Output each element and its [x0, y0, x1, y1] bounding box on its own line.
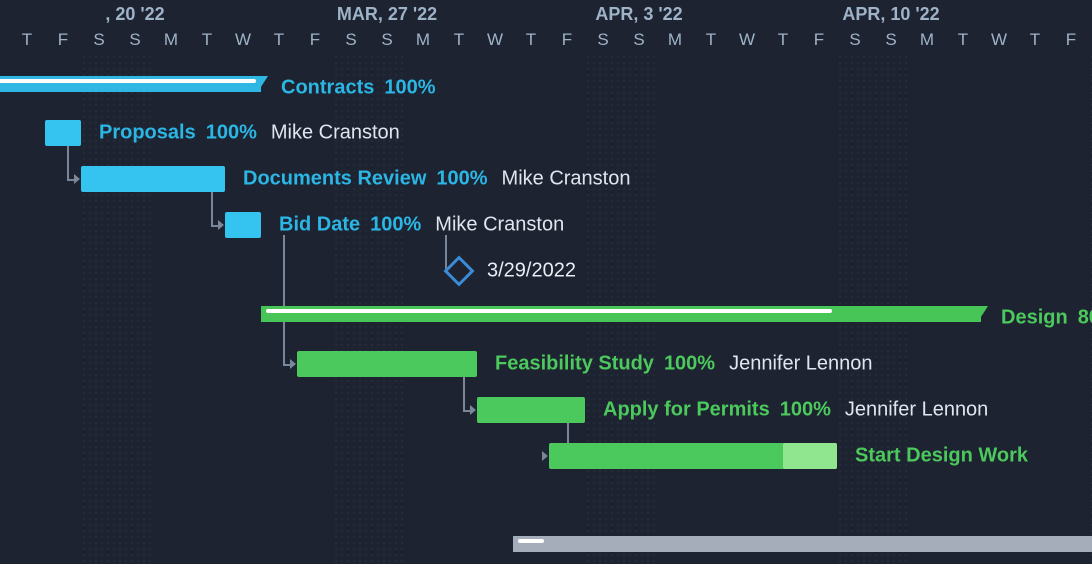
gantt-row-design: Design 80	[0, 300, 1092, 336]
milestone-diamond[interactable]	[443, 255, 474, 286]
day-header-letter: S	[837, 30, 873, 50]
task-label: Documents Review 100% Mike Cranston	[243, 168, 630, 191]
month-header-label: MAR, 27 '22	[337, 4, 437, 25]
task-bar[interactable]	[81, 166, 225, 192]
day-header-letter: T	[765, 30, 801, 50]
day-header-letter: T	[513, 30, 549, 50]
task-assignee: Mike Cranston	[502, 168, 631, 190]
task-bar[interactable]	[225, 212, 261, 238]
day-header-letter: S	[585, 30, 621, 50]
task-name: Documents Review	[243, 168, 426, 190]
task-percent: 80	[1078, 307, 1092, 329]
task-percent: 100%	[370, 214, 421, 236]
timeline-header: , 20 '22 MAR, 27 '22 APR, 3 '22 APR, 10 '22…	[0, 0, 1092, 54]
day-header-letter: T	[1017, 30, 1053, 50]
task-bar[interactable]	[45, 120, 81, 146]
day-header-letter: W	[0, 30, 9, 50]
month-header-label: APR, 10 '22	[842, 4, 939, 25]
task-name: Start Design Work	[855, 445, 1028, 467]
day-header-letter: F	[549, 30, 585, 50]
day-header-letter: F	[1053, 30, 1089, 50]
task-assignee: Mike Cranston	[435, 214, 564, 236]
task-percent: 100%	[664, 353, 715, 375]
task-name: Contracts	[281, 77, 374, 99]
task-assignee: Jennifer Lennon	[729, 353, 872, 375]
task-name: Design	[1001, 307, 1068, 329]
day-header-letter: T	[945, 30, 981, 50]
day-header-letter: M	[153, 30, 189, 50]
task-percent: 100%	[436, 168, 487, 190]
task-label: Contracts 100%	[281, 77, 436, 100]
day-header-letter: S	[369, 30, 405, 50]
day-header-letter: W	[477, 30, 513, 50]
task-name: Feasibility Study	[495, 353, 654, 375]
summary-bar[interactable]	[513, 536, 1092, 552]
task-label: Bid Date 100% Mike Cranston	[279, 214, 564, 237]
task-percent: 100%	[780, 399, 831, 421]
gantt-row-milestone-2: 4/18/20	[0, 484, 1092, 520]
gantt-row-milestone-1: 3/29/2022	[0, 253, 1092, 289]
task-bar[interactable]	[297, 351, 477, 377]
day-header-letter: S	[873, 30, 909, 50]
day-header-letter: M	[909, 30, 945, 50]
day-header-letter: W	[981, 30, 1017, 50]
task-percent: 100%	[206, 122, 257, 144]
task-name: Proposals	[99, 122, 196, 144]
day-header-letter: W	[729, 30, 765, 50]
gantt-row-bid-date: Bid Date 100% Mike Cranston	[0, 207, 1092, 243]
gantt-row-documents-review: Documents Review 100% Mike Cranston	[0, 161, 1092, 197]
task-label: Proposals 100% Mike Cranston	[99, 122, 400, 145]
summary-bar[interactable]	[261, 306, 981, 322]
day-header-letter: S	[621, 30, 657, 50]
day-header-letter: M	[657, 30, 693, 50]
gantt-row-start-design-work: Start Design Work	[0, 438, 1092, 474]
day-header-letter: T	[693, 30, 729, 50]
day-header-letter: T	[189, 30, 225, 50]
task-label: Apply for Permits 100% Jennifer Lennon	[603, 399, 988, 422]
day-header-letter: F	[801, 30, 837, 50]
day-header-letter: F	[297, 30, 333, 50]
task-percent: 100%	[384, 77, 435, 99]
month-header-label: APR, 3 '22	[595, 4, 682, 25]
summary-bar[interactable]	[0, 76, 261, 92]
gantt-row-proposals: Proposals 100% Mike Cranston	[0, 115, 1092, 151]
gantt-row-contracts: Contracts 100%	[0, 70, 1092, 106]
month-header-label: , 20 '22	[105, 4, 164, 25]
day-header-letter: F	[45, 30, 81, 50]
task-bar[interactable]	[549, 443, 837, 469]
day-header-letter: T	[441, 30, 477, 50]
day-header-letter: S	[333, 30, 369, 50]
milestone-date-label: 3/29/2022	[487, 260, 576, 283]
gantt-row-permits: Apply for Permits 100% Jennifer Lennon	[0, 392, 1092, 428]
day-header-letter: T	[9, 30, 45, 50]
day-header-letter: S	[117, 30, 153, 50]
task-assignee: Mike Cranston	[271, 122, 400, 144]
gantt-row-feasibility: Feasibility Study 100% Jennifer Lennon	[0, 346, 1092, 382]
task-bar[interactable]	[477, 397, 585, 423]
day-header-letter: S	[81, 30, 117, 50]
task-name: Apply for Permits	[603, 399, 770, 421]
day-header-letter: T	[261, 30, 297, 50]
task-name: Bid Date	[279, 214, 360, 236]
task-label: Design 80	[1001, 307, 1092, 330]
task-assignee: Jennifer Lennon	[845, 399, 988, 421]
task-label: Start Design Work	[855, 445, 1028, 468]
day-header-letter: W	[225, 30, 261, 50]
gantt-row-pr: Pr	[0, 530, 1092, 564]
task-label: Feasibility Study 100% Jennifer Lennon	[495, 353, 873, 376]
day-header-letter: M	[405, 30, 441, 50]
